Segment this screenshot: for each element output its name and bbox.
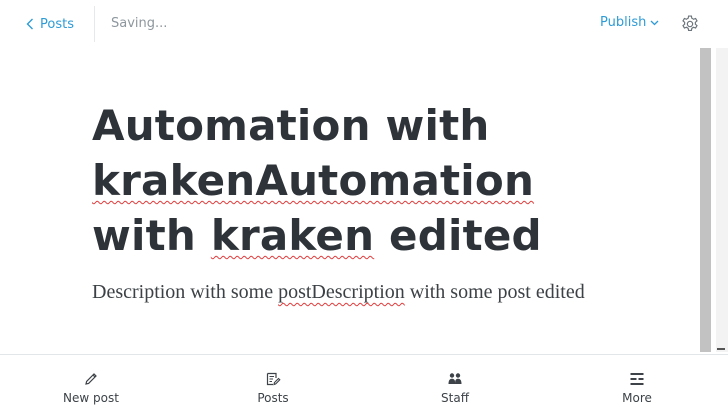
gear-icon[interactable] <box>680 14 700 34</box>
back-to-posts-link[interactable]: Posts <box>26 15 74 33</box>
title-word: with <box>92 211 196 260</box>
publish-label: Publish <box>600 15 647 30</box>
scrollbar-thumb[interactable] <box>700 48 711 352</box>
tab-more[interactable]: More <box>577 355 697 418</box>
tab-label: New post <box>63 391 119 405</box>
title-line-1: Automation with <box>92 101 490 150</box>
chevron-left-icon <box>26 18 33 30</box>
posts-icon <box>266 372 281 386</box>
excerpt-text: Description with some <box>92 281 279 303</box>
bottom-tab-bar: New post Posts Staff More <box>0 354 728 418</box>
publish-button[interactable]: Publish <box>600 15 659 30</box>
header-divider <box>94 6 95 42</box>
save-status: Saving... <box>111 16 168 31</box>
staff-icon <box>448 373 462 384</box>
title-misspelled-word: kraken <box>210 211 375 260</box>
title-misspelled-word: krakenAutomation <box>92 156 535 205</box>
scroll-down-arrow[interactable] <box>717 348 725 350</box>
excerpt-text: with some post edited <box>404 281 585 303</box>
editor-header: Posts Saving... Publish <box>0 0 728 48</box>
title-word: edited <box>389 211 542 260</box>
chevron-down-icon <box>650 20 659 25</box>
post-excerpt[interactable]: Description with some postDescription wi… <box>92 281 652 304</box>
tab-label: More <box>622 391 652 405</box>
tab-new-post[interactable]: New post <box>31 355 151 418</box>
back-label: Posts <box>40 16 74 32</box>
tab-posts[interactable]: Posts <box>213 355 333 418</box>
editor-app: Posts Saving... Publish Automation with … <box>0 0 728 418</box>
tab-label: Staff <box>441 391 469 405</box>
scrollbar-edge <box>716 48 728 352</box>
tab-staff[interactable]: Staff <box>395 355 515 418</box>
tab-label: Posts <box>257 391 289 405</box>
more-icon <box>630 373 644 385</box>
post-title[interactable]: Automation with krakenAutomation with kr… <box>92 98 612 263</box>
pencil-icon <box>85 373 97 385</box>
excerpt-misspelled-word: postDescription <box>278 281 405 303</box>
